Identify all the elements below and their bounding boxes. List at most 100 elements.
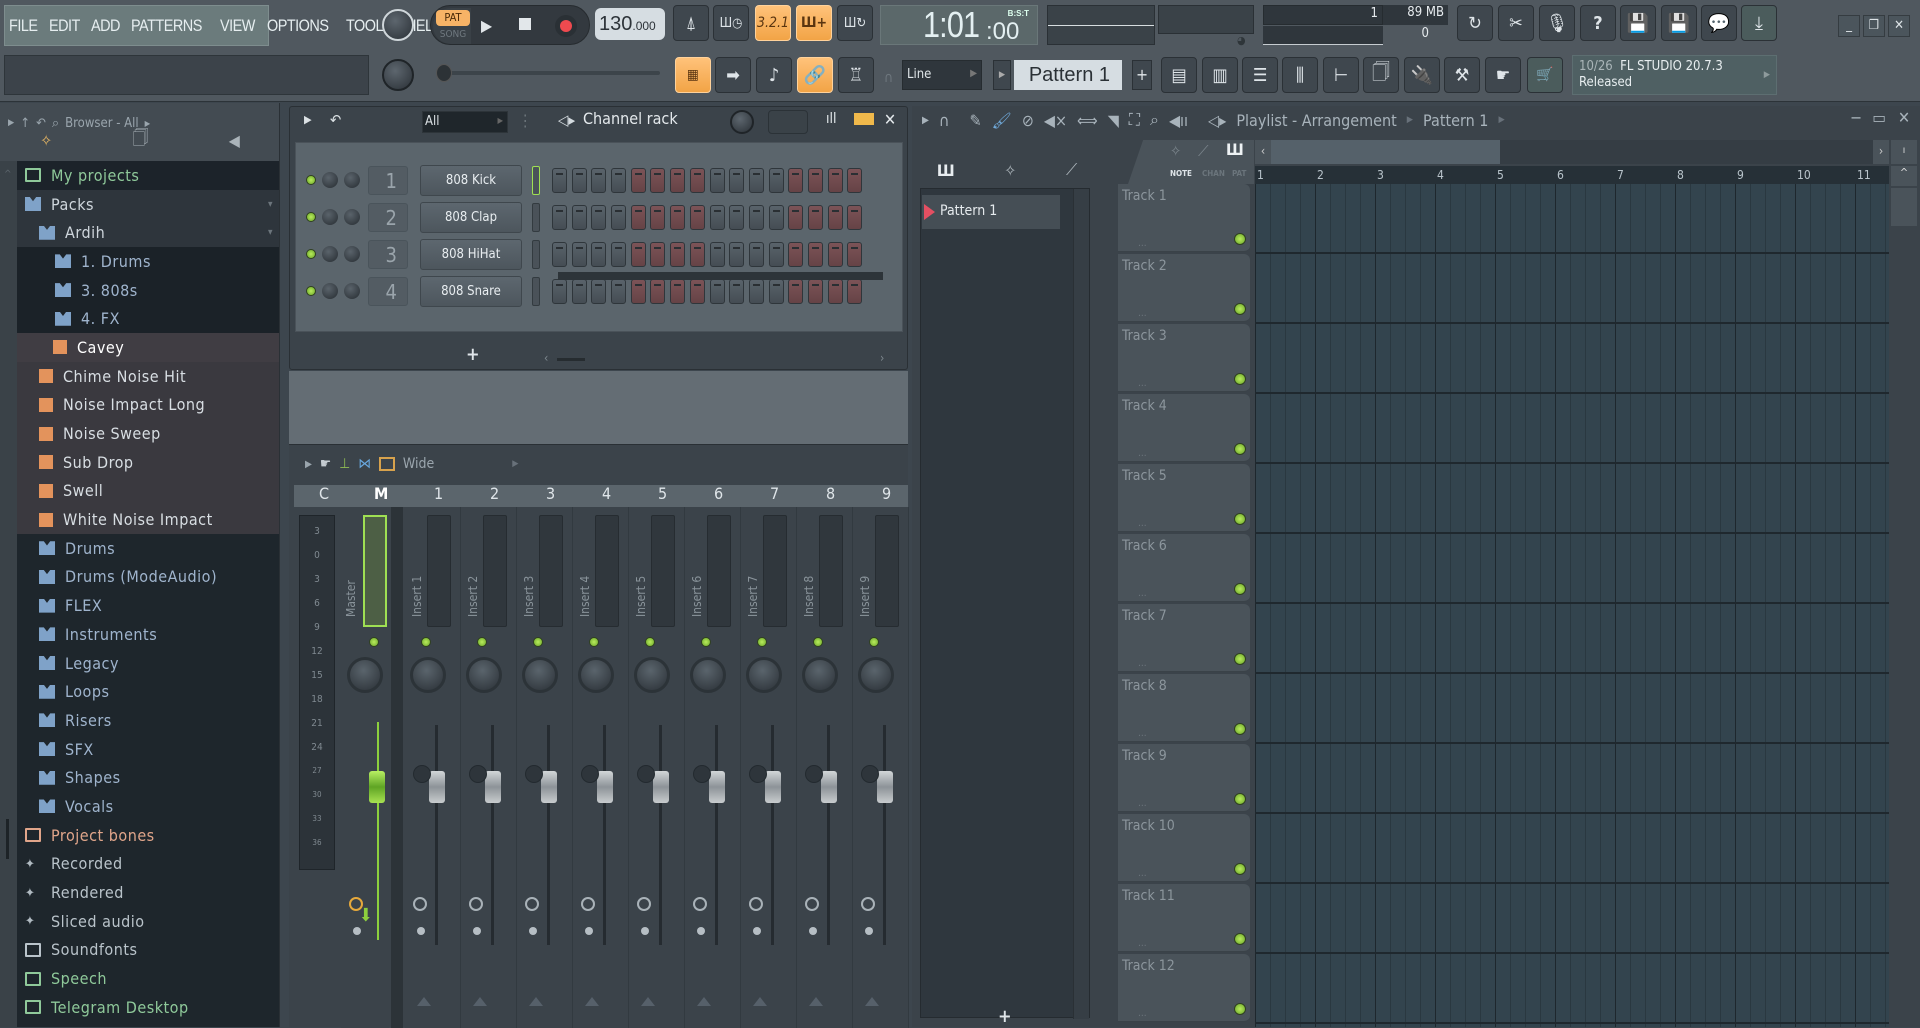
wait-input-button[interactable]: Ш◷ [713, 5, 749, 41]
step-button[interactable] [748, 241, 764, 267]
delay-compensation-icon[interactable] [861, 897, 875, 911]
options-arrow-icon[interactable]: ▶ [304, 113, 312, 126]
step-button[interactable] [729, 167, 745, 193]
magnet-icon[interactable]: ∩ [939, 111, 950, 130]
step-button[interactable] [827, 167, 843, 193]
track-mute-led[interactable] [1234, 863, 1246, 875]
browser-item[interactable]: Vocals [17, 792, 279, 821]
delay-compensation-icon[interactable] [637, 897, 651, 911]
step-button[interactable] [729, 204, 745, 230]
zoom-handle[interactable]: ı [1891, 140, 1917, 164]
tab-plugins-icon[interactable]: ◀ [229, 131, 240, 150]
step-button[interactable] [630, 278, 646, 304]
step-button[interactable] [807, 278, 823, 304]
track-header[interactable]: Track 8 ... [1118, 674, 1250, 742]
channel-pan-knob[interactable] [344, 283, 360, 299]
download-button[interactable]: ⤓ [1741, 5, 1777, 41]
undo-icon[interactable]: ↶ [36, 116, 46, 131]
step-button[interactable] [670, 167, 686, 193]
menu-patterns[interactable]: PATTERNS [131, 16, 202, 36]
mixer-track-number[interactable]: 2 [490, 484, 499, 503]
news-next-icon[interactable]: ▶ [1764, 67, 1770, 83]
mixer-track-number[interactable]: 7 [770, 484, 779, 503]
slider-handle[interactable] [436, 64, 452, 82]
scroll-up-icon[interactable]: ^ [4, 169, 12, 180]
mixer-master-strip[interactable]: Master ⬇ [341, 507, 389, 1028]
picker-item-pattern[interactable]: Pattern 1 [922, 195, 1060, 229]
browser-item[interactable]: 4. FX [17, 304, 279, 334]
track-mute-led[interactable] [1234, 233, 1246, 245]
add-channel-button[interactable]: + [466, 344, 480, 365]
step-button[interactable] [788, 278, 804, 304]
step-button[interactable] [689, 278, 705, 304]
insert-enable-led[interactable] [533, 637, 543, 647]
track-mute-led[interactable] [1234, 303, 1246, 315]
record-icon[interactable] [560, 20, 572, 32]
channel-mixer-route[interactable]: 2 [368, 202, 408, 232]
browser-item[interactable]: Shapes [17, 763, 279, 792]
channel-name-button[interactable]: 808 Snare [420, 275, 522, 307]
step-button[interactable] [709, 278, 725, 304]
channel-name-button[interactable]: 808 HiHat [420, 238, 522, 270]
step-button[interactable] [650, 241, 666, 267]
track-mute-led[interactable] [1234, 653, 1246, 665]
menu-view[interactable]: VIEW [220, 16, 255, 36]
tab-pat[interactable]: PAT [1232, 169, 1246, 178]
zoom-icon[interactable]: ⌕ [1150, 110, 1159, 130]
insert-pan-knob[interactable] [410, 657, 446, 693]
browser-item[interactable]: Ardih ▾ [17, 218, 279, 248]
track-header[interactable]: Track 10 ... [1118, 814, 1250, 882]
insert-volume-fader[interactable] [653, 771, 669, 803]
browser-item[interactable]: Noise Impact Long [17, 390, 279, 420]
step-edit-button[interactable]: Ш+ [796, 5, 832, 41]
scroll-right-icon[interactable]: › [1873, 140, 1889, 164]
horizontal-scrollbar[interactable]: ‹ › [1255, 140, 1889, 164]
mixer-insert-strip[interactable]: Insert 2 [461, 507, 517, 1028]
slip-icon[interactable]: ⟺ [1077, 111, 1098, 130]
step-button[interactable] [847, 204, 863, 230]
touch-controller-button[interactable]: ☛ [1485, 57, 1521, 93]
channel-pan-knob[interactable] [344, 209, 360, 225]
graph-editor-icon[interactable]: ıll [826, 111, 837, 127]
eye-icon[interactable]: ◕ [1237, 34, 1246, 47]
news-panel[interactable]: 10/26 FL STUDIO 20.7.3 Released ▶ [1572, 55, 1777, 95]
step-button[interactable] [630, 241, 646, 267]
track-menu-icon[interactable]: ... [1138, 798, 1147, 809]
track-menu-icon[interactable]: ... [1138, 518, 1147, 529]
piano-roll-snap-button[interactable]: ▦ [675, 57, 711, 93]
insert-volume-fader[interactable] [485, 771, 501, 803]
pattern-selector[interactable]: Pattern 1 [1014, 60, 1122, 90]
send-arrow-icon[interactable] [865, 997, 879, 1006]
delay-compensation-icon[interactable] [581, 897, 595, 911]
piano-roll-button[interactable]: ▥ [1202, 57, 1238, 93]
track-header[interactable]: Track 9 ... [1118, 744, 1250, 812]
channel-pan-knob[interactable] [344, 172, 360, 188]
insert-pan-knob[interactable] [690, 657, 726, 693]
step-button[interactable] [611, 204, 627, 230]
hand-icon[interactable]: ☛ [320, 456, 331, 472]
playlist-pattern[interactable]: Pattern 1 [1423, 111, 1488, 130]
delay-compensation-icon[interactable] [749, 897, 763, 911]
export-audio-button[interactable]: 💾 [1661, 5, 1697, 41]
step-button[interactable] [630, 204, 646, 230]
track-mute-led[interactable] [1234, 443, 1246, 455]
mixer-track-number[interactable]: M [374, 484, 388, 503]
plugin-database-button[interactable]: 🔌 [1404, 57, 1440, 93]
step-sequencer-icon[interactable] [854, 113, 874, 125]
mixer-insert-strip[interactable]: Insert 1 [405, 507, 461, 1028]
time-display[interactable]: 1:01 :00 B:S:T [880, 4, 1038, 45]
insert-pan-knob[interactable] [466, 657, 502, 693]
step-button[interactable] [689, 241, 705, 267]
step-button[interactable] [630, 167, 646, 193]
arrow-tool-button[interactable]: ➡ [715, 57, 751, 93]
collapse-icon[interactable]: ▾ [268, 227, 273, 238]
track-mute-led[interactable] [1234, 373, 1246, 385]
track-menu-icon[interactable]: ... [1138, 378, 1147, 389]
stereo-separation-knob[interactable] [805, 765, 823, 783]
channel-mute-led[interactable] [306, 286, 316, 296]
mixer-insert-strip[interactable]: Insert 8 [797, 507, 853, 1028]
delay-compensation-icon[interactable] [693, 897, 707, 911]
browser-item[interactable]: Chime Noise Hit [17, 361, 279, 391]
step-button[interactable] [571, 278, 587, 304]
master-volume-fader[interactable] [369, 771, 385, 803]
